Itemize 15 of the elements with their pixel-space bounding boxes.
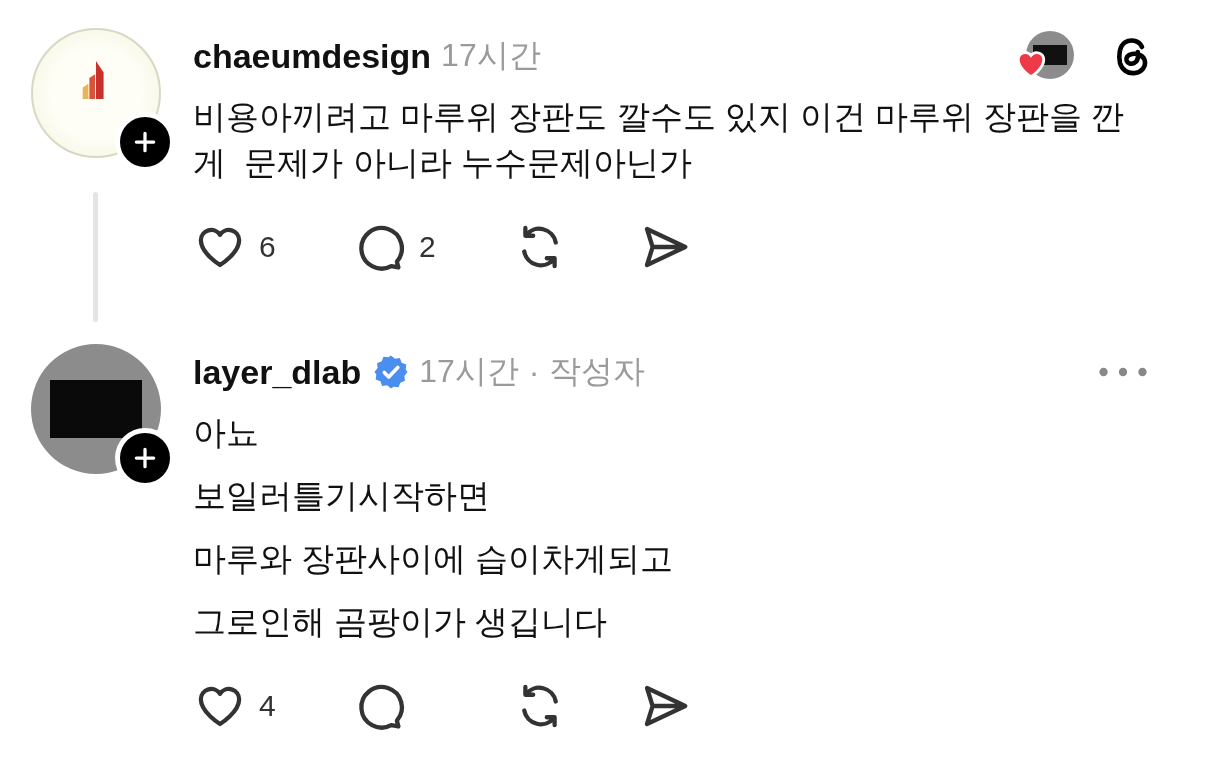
like-count: 4 (259, 689, 276, 723)
like-count: 6 (259, 230, 276, 264)
post-text: 아뇨 (193, 413, 260, 453)
more-options-icon[interactable] (1098, 365, 1148, 379)
username[interactable]: chaeumdesign (193, 36, 432, 76)
post-time: 17시간 (419, 352, 519, 391)
post-text: 마루와 장판사이에 습이차게되고 (193, 539, 675, 579)
author-tag: 작성자 (549, 350, 646, 394)
post-text: 보일러틀기시작하면 (193, 476, 491, 516)
separator-dot: · (528, 353, 540, 391)
reply-count: 2 (419, 230, 436, 264)
post-text: 그로인해 곰팡이가 생깁니다 (193, 602, 609, 642)
username[interactable]: layer_dlab (193, 352, 362, 392)
post-time: 17시간 (441, 36, 541, 75)
post-text: 비용아끼려고 마루위 장판도 깔수도 있지 이건 마루위 장판을 깐게 문제가 아니라 누수문제아닌가 (193, 97, 1126, 183)
